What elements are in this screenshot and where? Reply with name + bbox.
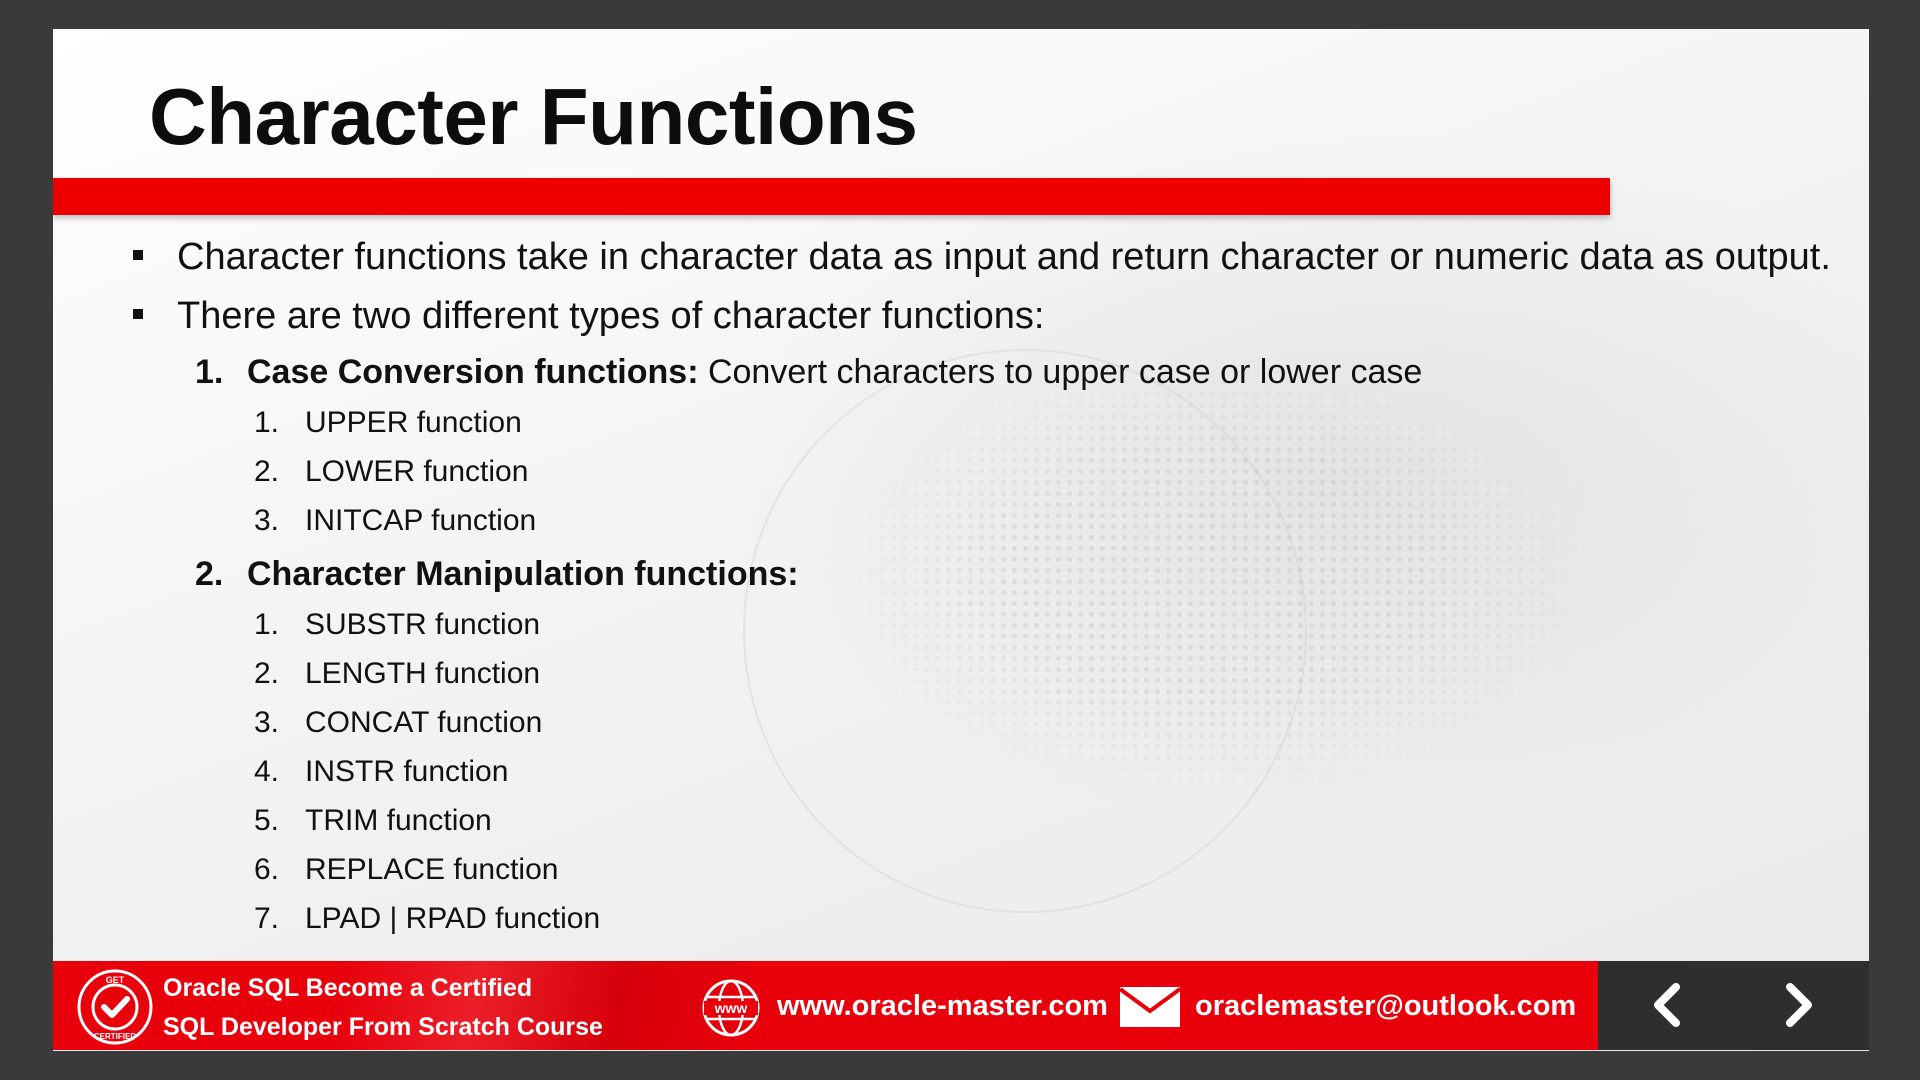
item-number: 7. (254, 902, 280, 935)
item-label: INITCAP function (305, 504, 537, 537)
bullet-square-icon (133, 309, 143, 319)
bullet-text: Character functions take in character da… (177, 236, 1831, 278)
item-label: INSTR function (305, 755, 509, 788)
item-number: 2. (254, 657, 280, 690)
badge-top-text: GET (106, 975, 125, 985)
previous-slide-button[interactable] (1637, 975, 1697, 1035)
slide: Character Functions Character functions … (53, 29, 1869, 1051)
group-number: 2. (195, 555, 224, 593)
course-title-line2: SQL Developer From Scratch Course (163, 1013, 603, 1041)
www-icon-text: www (714, 1000, 748, 1016)
item-number: 4. (254, 755, 280, 788)
item-label: REPLACE function (305, 853, 559, 886)
email-link[interactable]: oraclemaster@outlook.com (1195, 990, 1576, 1023)
bullet-square-icon (133, 250, 143, 260)
item-number: 3. (254, 504, 280, 537)
group-title: Character Manipulation functions: (247, 555, 799, 593)
bullet-text: There are two different types of charact… (177, 295, 1045, 337)
item-number: 6. (254, 853, 280, 886)
item-label: LENGTH function (305, 657, 541, 690)
item-label: UPPER function (305, 406, 522, 439)
item-number: 1. (254, 608, 280, 641)
website-link[interactable]: www.oracle-master.com (777, 990, 1108, 1023)
item-label: LOWER function (305, 455, 529, 488)
group-number: 1. (195, 353, 224, 391)
certified-badge-icon: GET CERTIFIED (76, 968, 154, 1046)
group-text: Character Manipulation functions: (247, 555, 799, 594)
item-label: LPAD | RPAD function (305, 902, 601, 935)
chevron-right-icon (1786, 983, 1812, 1027)
item-number: 5. (254, 804, 280, 837)
slide-content: Character functions take in character da… (53, 29, 1869, 1051)
envelope-icon (1118, 985, 1182, 1029)
badge-bottom-text: CERTIFIED (94, 1032, 136, 1041)
item-label: TRIM function (305, 804, 492, 837)
next-slide-button[interactable] (1769, 975, 1829, 1035)
item-number: 1. (254, 406, 280, 439)
item-number: 2. (254, 455, 280, 488)
course-title-line1: Oracle SQL Become a Certified (163, 974, 533, 1002)
chevron-left-icon (1654, 983, 1680, 1027)
group-title: Case Conversion functions: (247, 353, 699, 391)
globe-www-icon: www (700, 977, 762, 1039)
item-label: CONCAT function (305, 706, 543, 739)
item-label: SUBSTR function (305, 608, 541, 641)
group-description: Convert characters to upper case or lowe… (698, 353, 1423, 391)
group-text: Case Conversion functions: Convert chara… (247, 353, 1422, 392)
item-number: 3. (254, 706, 280, 739)
